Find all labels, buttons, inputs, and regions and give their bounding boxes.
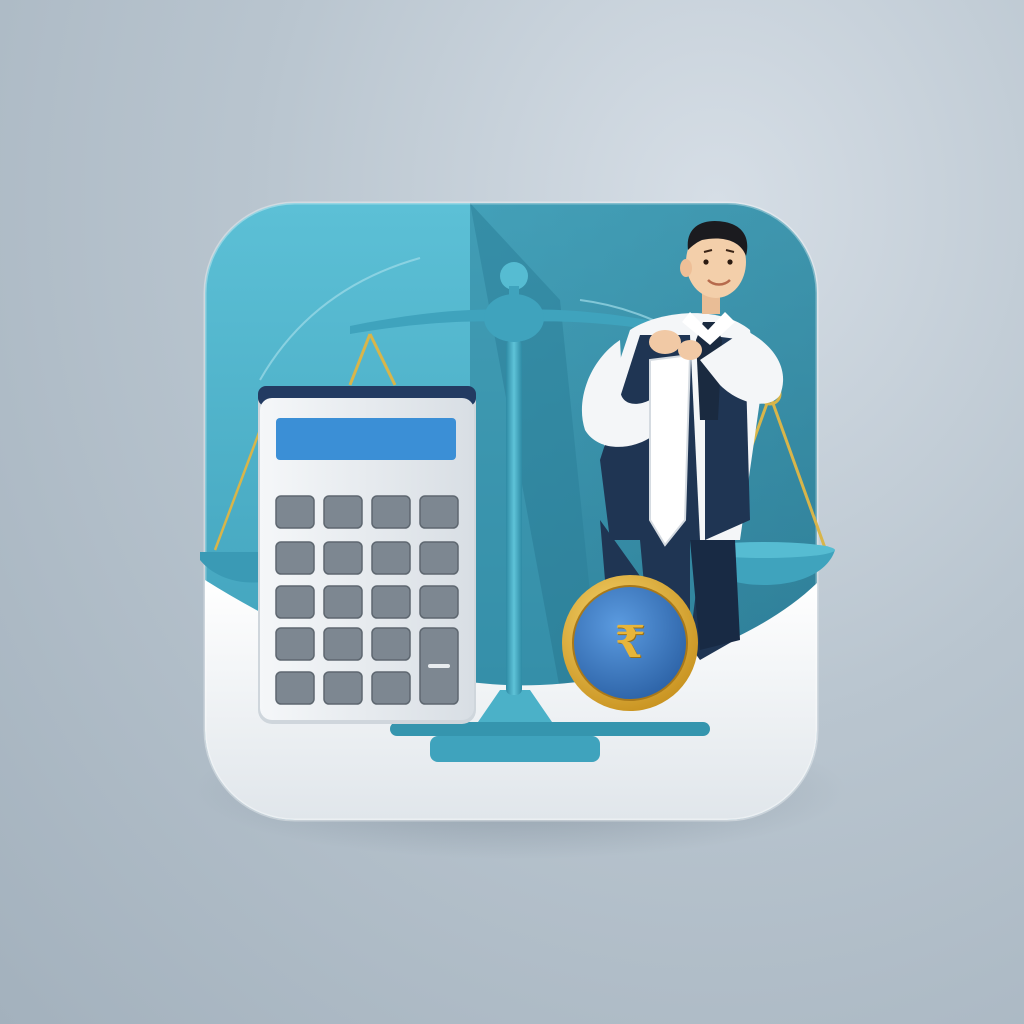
calculator-icon [258,386,476,724]
calculator-screen [276,418,456,460]
app-icon[interactable] [0,0,1024,1024]
rupee-coin-icon [562,575,698,711]
